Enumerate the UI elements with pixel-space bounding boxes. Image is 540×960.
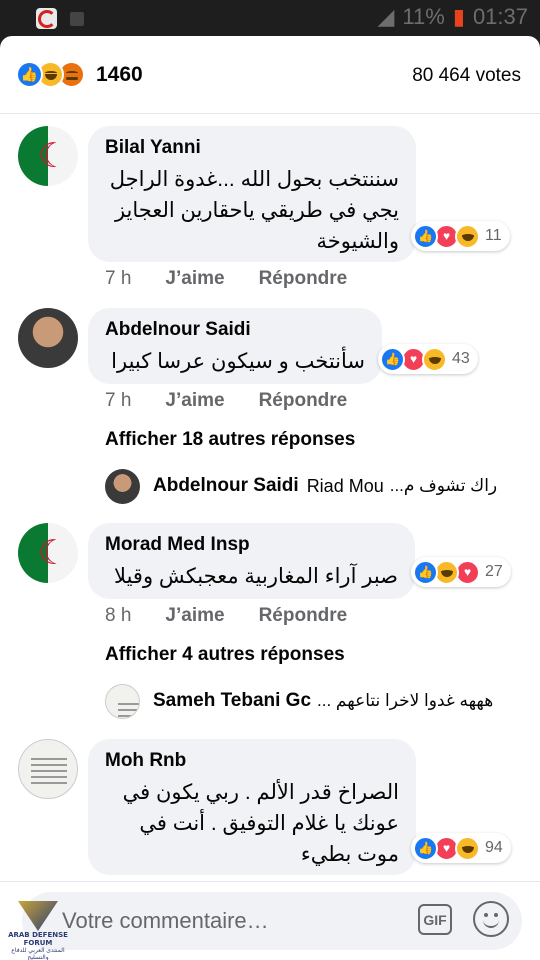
avatar[interactable] — [18, 308, 78, 368]
reaction-count: 1460 — [96, 63, 143, 86]
like-icon: 👍 — [380, 346, 405, 372]
status-right: ◢ 11% ▮ 01:37 — [378, 4, 529, 30]
reactions-summary[interactable]: 👍 1460 80 464 votes — [0, 36, 540, 114]
reply-author: Abdelnour Saidi — [153, 475, 299, 496]
comment-reactions[interactable]: 👍 ♥ 11 — [411, 221, 510, 251]
forum-watermark-logo: ARAB DEFENSE FORUM المنتدى العربي للدفاع… — [2, 895, 74, 960]
reaction-icons: 👍 — [16, 61, 85, 88]
like-icon: 👍 — [413, 559, 438, 585]
comment-bubble[interactable]: Abdelnour Saidi سأنتخب و سيكون عرسا كبير… — [88, 308, 382, 384]
comment-text: سأنتخب و سيكون عرسا كبيرا — [111, 350, 365, 373]
like-button[interactable]: J’aime — [165, 605, 224, 627]
haha-icon — [455, 835, 480, 861]
comment-placeholder: Votre commentaire… — [62, 908, 269, 933]
watermark-title: ARAB DEFENSE FORUM — [8, 931, 68, 947]
reaction-count: 27 — [485, 563, 503, 580]
signal-icon: ◢ — [377, 4, 395, 29]
comment-text: صبر آراء المغاربية معجبكش وقيلا — [114, 565, 398, 588]
gif-button[interactable]: GIF — [418, 904, 452, 935]
like-icon: 👍 — [413, 835, 438, 861]
comment-actions: 7 h J’aime Répondre — [105, 390, 347, 412]
reply-button[interactable]: Répondre — [259, 268, 348, 290]
reply-text-arabic: راك تشوف م... — [389, 476, 498, 495]
comment-input[interactable]: Votre commentaire… GIF — [22, 892, 522, 950]
reply-text: Riad Mou — [306, 475, 384, 496]
avatar[interactable] — [18, 126, 78, 186]
comment-actions: 8 h J’aime Répondre — [105, 605, 347, 627]
comment-author[interactable]: Morad Med Insp — [105, 533, 398, 557]
comments-sheet: 👍 1460 80 464 votes Bilal Yanni سننتخب ب… — [0, 36, 540, 960]
reaction-count: 43 — [452, 350, 470, 367]
comment-reactions[interactable]: 👍 ♥ 27 — [411, 557, 511, 587]
comment-reactions[interactable]: 👍 ♥ 43 — [378, 344, 478, 374]
comment-time: 8 h — [105, 605, 132, 626]
comment-author[interactable]: Moh Rnb — [105, 749, 399, 773]
reply-text-arabic: هههه غدوا لاخرا نتاعهم ... — [317, 691, 494, 710]
comment-bubble[interactable]: Moh Rnb الصراخ قدر الألم . ربي يكون في ع… — [88, 739, 416, 875]
haha-icon — [422, 346, 447, 372]
app-notification-icon — [36, 8, 57, 29]
reply-preview[interactable]: Sameh Tebani Gc هههه غدوا لاخرا نتاعهم .… — [105, 683, 493, 719]
comment-author[interactable]: Abdelnour Saidi — [105, 318, 365, 342]
comment-actions: 7 h J’aime Répondre — [105, 268, 347, 290]
haha-icon — [455, 223, 480, 249]
avatar[interactable] — [18, 739, 78, 799]
like-icon: 👍 — [413, 223, 438, 249]
show-more-replies-link[interactable]: Afficher 4 autres réponses — [105, 644, 345, 666]
reply-author: Sameh Tebani Gc — [153, 690, 312, 711]
reply-button[interactable]: Répondre — [259, 605, 348, 627]
emoji-icon[interactable] — [473, 901, 509, 937]
show-more-replies-link[interactable]: Afficher 18 autres réponses — [105, 429, 355, 451]
reaction-count: 11 — [485, 227, 502, 244]
like-button[interactable]: J’aime — [165, 390, 224, 412]
reply-button[interactable]: Répondre — [259, 390, 348, 412]
comment-text: الصراخ قدر الألم . ربي يكون في عونك يا غ… — [122, 781, 399, 866]
clock: 01:37 — [472, 4, 528, 29]
shield-icon — [18, 901, 58, 931]
comment-composer: Votre commentaire… GIF — [0, 881, 540, 960]
reply-preview[interactable]: Abdelnour Saidi Riad Mou راك تشوف م... — [105, 468, 497, 504]
votes-count: 80 464 votes — [412, 65, 521, 86]
comment-time: 7 h — [105, 390, 132, 411]
battery-percent: 11% — [402, 4, 445, 29]
like-icon: 👍 — [16, 61, 43, 88]
comment-time: 7 h — [105, 268, 132, 289]
like-button[interactable]: J’aime — [165, 268, 224, 290]
notification-dot-icon — [70, 12, 84, 26]
comment-bubble[interactable]: Morad Med Insp صبر آراء المغاربية معجبكش… — [88, 523, 415, 599]
avatar — [105, 468, 140, 504]
battery-icon: ▮ — [452, 4, 465, 29]
watermark-subtitle: المنتدى العربي للدفاع والتسليح — [11, 948, 65, 960]
comment-bubble[interactable]: Bilal Yanni سننتخب بحول الله ...غدوة الر… — [88, 126, 416, 262]
reaction-count: 94 — [485, 839, 503, 856]
comment-reactions[interactable]: 👍 ♥ 94 — [411, 833, 511, 863]
comment-text: سننتخب بحول الله ...غدوة الراجل يجي في ط… — [109, 168, 399, 253]
comment-author[interactable]: Bilal Yanni — [105, 136, 399, 160]
avatar — [105, 683, 140, 719]
avatar[interactable] — [18, 523, 78, 583]
status-bar: ◢ 11% ▮ 01:37 — [0, 0, 540, 36]
